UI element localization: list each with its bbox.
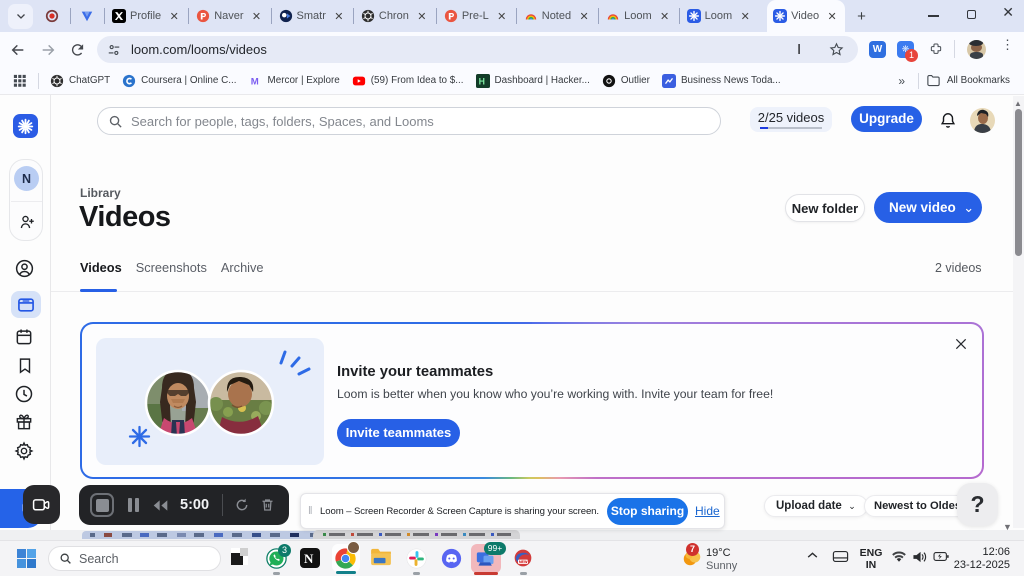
svg-text:N: N [304, 551, 314, 566]
svg-text:H: H [478, 76, 484, 86]
svg-text:M: M [250, 76, 258, 87]
svg-text:NEW: NEW [519, 560, 528, 564]
